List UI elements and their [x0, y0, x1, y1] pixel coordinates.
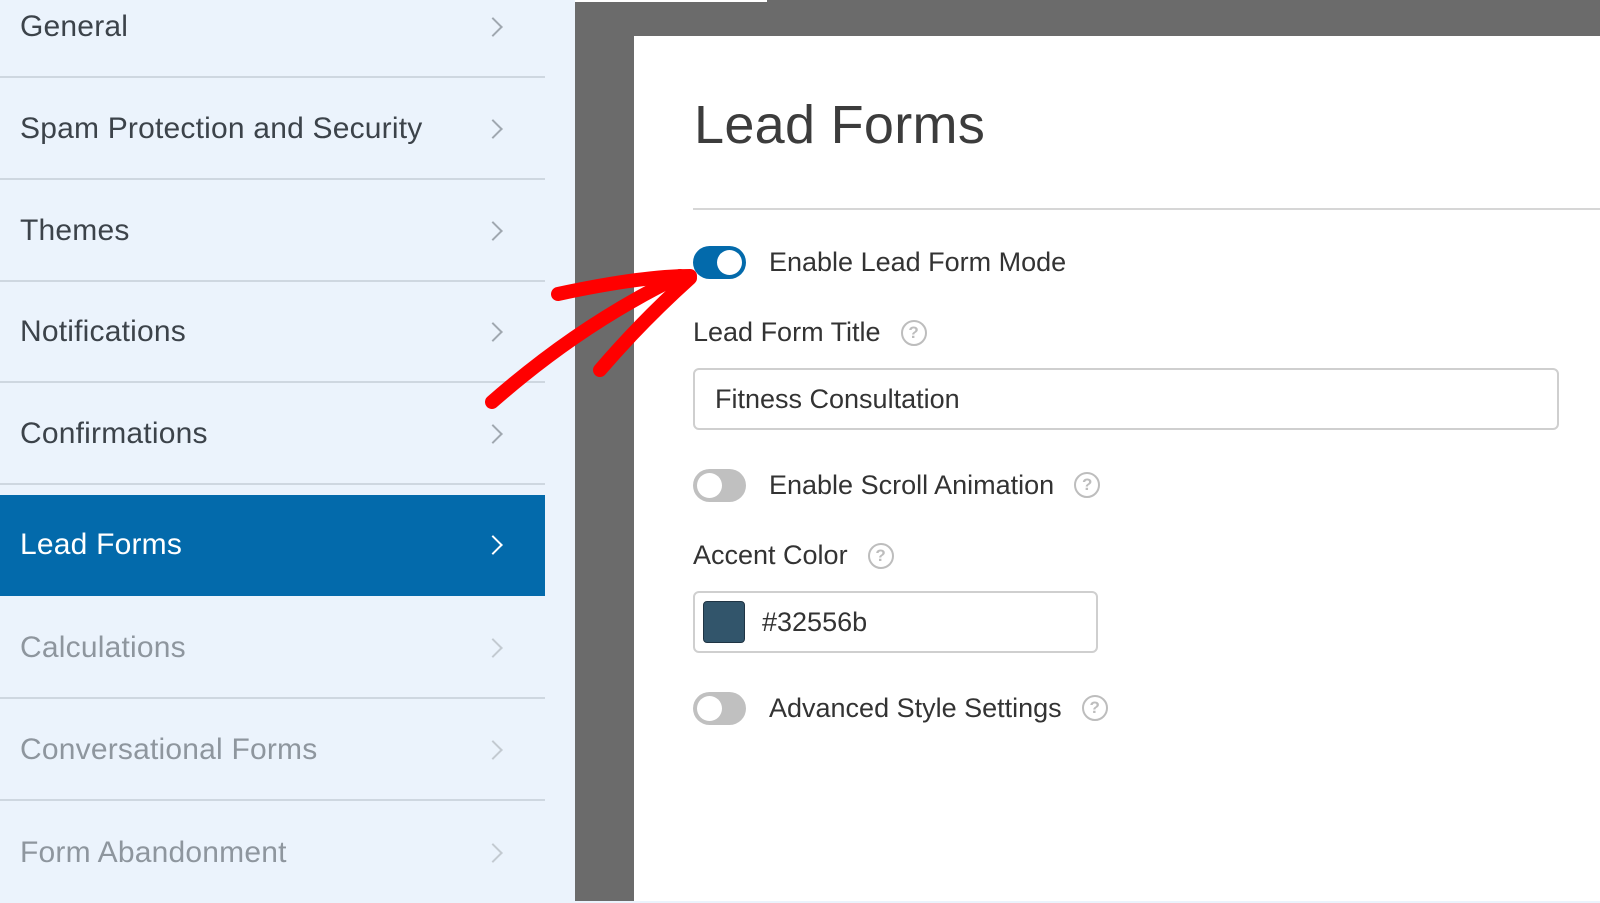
lead-form-title-input[interactable] [693, 368, 1559, 430]
accent-color-input[interactable]: #32556b [693, 591, 1098, 653]
chevron-right-icon [483, 534, 503, 555]
top-edge-highlight [575, 0, 767, 2]
lead-form-title-label-row: Lead Form Title ? [693, 317, 927, 348]
sidebar-item-label: General [20, 9, 129, 43]
advanced-style-settings-row: Advanced Style Settings ? [693, 690, 1108, 726]
chevron-right-icon [483, 16, 503, 37]
toggle-knob [697, 472, 722, 498]
sidebar-item-form-abandonment[interactable]: Form Abandonment [0, 802, 545, 903]
color-swatch[interactable] [703, 601, 745, 643]
chevron-right-icon [483, 739, 503, 760]
chevron-right-icon [483, 321, 503, 342]
sidebar-item-confirmations[interactable]: Confirmations [0, 384, 545, 485]
accent-color-label: Accent Color [693, 540, 848, 570]
accent-color-label-row: Accent Color ? [693, 540, 894, 571]
lead-form-title-label: Lead Form Title [693, 317, 881, 347]
question-circle-icon[interactable]: ? [900, 319, 927, 346]
sidebar-item-general[interactable]: General [0, 0, 545, 78]
sidebar-item-conversational-forms[interactable]: Conversational Forms [0, 700, 545, 801]
sidebar-item-label: Spam Protection and Security [20, 111, 423, 145]
chevron-right-icon [483, 842, 503, 863]
enable-scroll-animation-label: Enable Scroll Animation [769, 469, 1055, 500]
sidebar-item-label: Conversational Forms [20, 732, 318, 766]
chevron-right-icon [483, 118, 503, 139]
enable-scroll-animation-toggle[interactable] [693, 468, 746, 502]
chevron-right-icon [483, 423, 503, 444]
sidebar-item-calculations[interactable]: Calculations [0, 598, 545, 699]
advanced-style-settings-label: Advanced Style Settings [769, 692, 1062, 723]
title-divider [693, 208, 1600, 210]
sidebar-item-label: Themes [20, 213, 130, 247]
toggle-knob [697, 695, 722, 721]
question-circle-icon[interactable]: ? [1081, 695, 1108, 721]
sidebar-item-label: Notifications [20, 314, 187, 348]
enable-lead-form-mode-row: Enable Lead Form Mode [693, 244, 1066, 280]
enable-scroll-animation-row: Enable Scroll Animation ? [693, 467, 1101, 503]
enable-lead-form-mode-label: Enable Lead Form Mode [769, 246, 1067, 277]
enable-lead-form-mode-toggle[interactable] [693, 245, 746, 279]
sidebar-item-themes[interactable]: Themes [0, 181, 545, 282]
sidebar-item-notifications[interactable]: Notifications [0, 282, 545, 383]
toggle-knob [717, 249, 742, 275]
settings-sidebar: General Spam Protection and Security The… [0, 0, 545, 901]
accent-color-value: #32556b [762, 606, 868, 637]
sidebar-item-lead-forms[interactable]: Lead Forms [0, 495, 545, 596]
advanced-style-settings-toggle[interactable] [693, 691, 746, 725]
page-title: Lead Forms [694, 95, 986, 155]
chevron-right-icon [483, 637, 503, 658]
sidebar-item-label: Form Abandonment [20, 835, 287, 869]
sidebar-item-label: Lead Forms [20, 527, 183, 561]
sidebar-item-spam-protection[interactable]: Spam Protection and Security [0, 79, 545, 180]
question-circle-icon[interactable]: ? [1074, 472, 1101, 498]
chevron-right-icon [483, 220, 503, 241]
sidebar-item-label: Confirmations [20, 416, 208, 450]
lead-forms-settings-panel: Lead Forms Enable Lead Form Mode Lead Fo… [634, 36, 1600, 901]
sidebar-item-label: Calculations [20, 630, 186, 664]
question-circle-icon[interactable]: ? [867, 542, 894, 569]
